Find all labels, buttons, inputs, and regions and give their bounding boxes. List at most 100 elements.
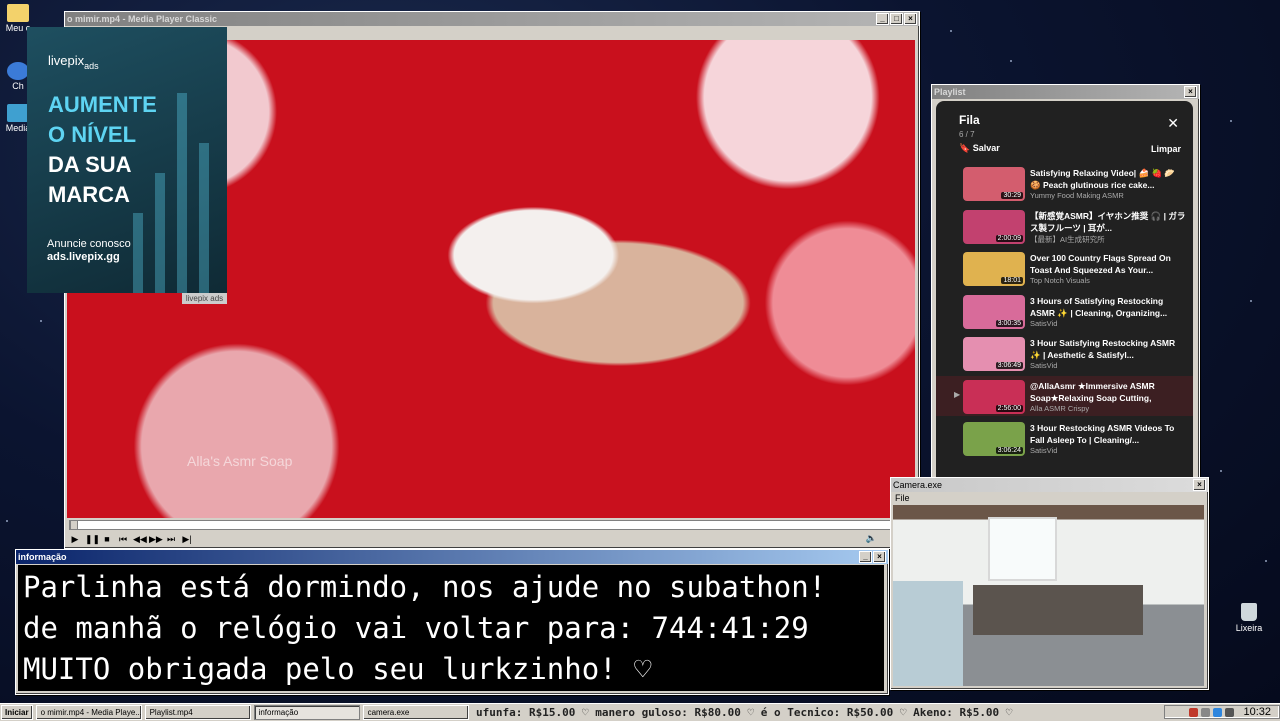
playback-controls: ▶ ❚❚ ■ ⏮ ◀◀ ▶▶ ⏭ ▶| (69, 532, 193, 546)
system-tray: 10:32 (1164, 705, 1280, 719)
info-window: informação _ × Parlinha está dormindo, n… (15, 549, 889, 695)
video-thumbnail[interactable]: 30:29 (963, 167, 1025, 201)
now-playing-icon: ▶ (954, 389, 961, 399)
camera-window-title: Camera.exe (893, 480, 943, 490)
camera-feed (893, 505, 1204, 686)
close-button[interactable]: × (1184, 86, 1197, 98)
recycle-bin-label: Lixeira (1235, 623, 1263, 633)
camera-window: Camera.exe × File (890, 477, 1209, 690)
ad-tag: livepix ads (182, 293, 227, 304)
browser-icon (7, 62, 29, 80)
volume-icon[interactable]: 🔈 (866, 533, 877, 544)
video-duration: 3:06:24 (995, 447, 1023, 454)
maximize-button[interactable]: □ (890, 13, 903, 25)
minimize-button[interactable]: _ (859, 551, 872, 563)
pause-icon[interactable]: ❚❚ (85, 534, 100, 545)
video-channel: SatisVid (1030, 361, 1058, 370)
recycle-bin[interactable]: Lixeira (1232, 603, 1266, 633)
tray-network-icon[interactable] (1201, 707, 1211, 717)
video-title[interactable]: 【新感覚ASMR】イヤホン推奨 🎧 | ガラス製フルーツ | 耳が... (1030, 210, 1186, 234)
next-icon[interactable]: ⏭ (165, 534, 177, 545)
save-button[interactable]: 🔖 Salvar (959, 143, 1000, 154)
task-info[interactable]: informação (253, 705, 360, 720)
video-watermark: Alla's Asmr Soap (187, 453, 293, 469)
tray-app-icon[interactable] (1189, 707, 1199, 717)
previous-icon[interactable]: ⏮ (117, 534, 129, 545)
ad-cta-link[interactable]: ads.livepix.gg (47, 251, 120, 263)
play-icon[interactable]: ▶ (69, 534, 81, 545)
queue-item[interactable]: 3:00:35 3 Hours of Satisfying Restocking … (936, 291, 1193, 331)
task-media-player[interactable]: o mimir.mp4 - Media Playe... (35, 705, 142, 720)
info-titlebar[interactable]: informação _ × (16, 550, 888, 564)
queue-item[interactable]: 30:29 Satisfying Relaxing Video| 🍰 🍓 🥟 🍪 … (936, 163, 1193, 203)
livepix-ad[interactable]: livepixads AUMENTE O NÍVEL DA SUA MARCA … (27, 27, 227, 293)
frame-step-icon[interactable]: ▶| (181, 534, 193, 545)
donation-ticker: ufunfa: R$15.00 ♡ manero guloso: R$80.00… (476, 706, 1013, 719)
queue-item[interactable]: 2:00:09 【新感覚ASMR】イヤホン推奨 🎧 | ガラス製フルーツ | 耳が… (936, 206, 1193, 246)
taskbar: Iniciar o mimir.mp4 - Media Playe... Pla… (0, 703, 1280, 721)
info-line-2: de manhã o relógio vai voltar para: 744:… (23, 611, 809, 645)
info-window-title: informação (18, 552, 67, 562)
video-duration: 18:01 (1001, 277, 1023, 284)
queue-item[interactable]: 3:06:24 3 Hour Restocking ASMR Videos To … (936, 418, 1193, 458)
task-playlist[interactable]: Playlist.mp4 (144, 705, 251, 720)
queue-item[interactable]: 18:01 Over 100 Country Flags Spread On To… (936, 248, 1193, 288)
video-thumbnail[interactable]: 3:06:24 (963, 422, 1025, 456)
minimize-button[interactable]: _ (876, 13, 889, 25)
video-title[interactable]: 3 Hours of Satisfying Restocking ASMR ✨ … (1030, 295, 1186, 319)
recycle-bin-icon (1241, 603, 1257, 621)
video-duration: 3:00:35 (995, 319, 1023, 327)
video-channel: Yummy Food Making ASMR (1030, 191, 1124, 200)
video-channel: SatisVid (1030, 318, 1058, 328)
video-title[interactable]: Satisfying Relaxing Video| 🍰 🍓 🥟 🍪 Peach… (1030, 167, 1186, 191)
info-line-3: MUITO obrigada pelo seu lurkzinho! ♡ (23, 652, 652, 686)
queue-item[interactable]: ▶ 2:56:00 @AllaAsmr ★Immersive ASMR Soap★R… (936, 375, 1193, 416)
video-title[interactable]: Over 100 Country Flags Spread On Toast A… (1030, 252, 1186, 276)
close-button[interactable]: × (1193, 479, 1206, 491)
close-button[interactable]: × (904, 13, 917, 25)
video-duration: 3:06:49 (995, 362, 1023, 369)
close-button[interactable]: × (873, 551, 886, 563)
playlist-window: Playlist × Fila 6 / 7 ✕ 🔖 Salvar Limpar … (931, 84, 1200, 482)
video-thumbnail[interactable]: 18:01 (963, 252, 1025, 286)
ad-headline: AUMENTE O NÍVEL DA SUA MARCA (48, 92, 157, 207)
media-icon (7, 104, 29, 122)
ad-logo: livepixads (48, 53, 99, 71)
video-thumbnail[interactable]: 3:06:49 (963, 337, 1025, 371)
clock: 10:32 (1243, 706, 1271, 718)
task-camera[interactable]: camera.exe (362, 705, 469, 720)
rewind-icon[interactable]: ◀◀ (133, 534, 147, 545)
tray-shield-icon[interactable] (1213, 707, 1223, 717)
camera-menu-file[interactable]: File (891, 492, 1208, 505)
video-title[interactable]: 3 Hour Satisfying Restocking ASMR ✨ | Ae… (1030, 337, 1186, 361)
queue-header: Fila (959, 113, 980, 127)
queue-item[interactable]: 3:06:49 3 Hour Satisfying Restocking ASMR… (936, 333, 1193, 373)
video-thumbnail[interactable]: 3:00:35 (963, 294, 1025, 329)
video-channel: SatisVid (1030, 446, 1058, 455)
video-duration: 2:56:00 (995, 404, 1023, 412)
video-thumbnail[interactable]: 2:00:09 (963, 209, 1025, 244)
stop-icon[interactable]: ■ (101, 534, 113, 544)
desktop-icon-label: Ch (12, 81, 24, 91)
video-channel: Top Notch Visuals (1030, 276, 1090, 285)
seek-bar[interactable] (69, 520, 917, 530)
clear-button[interactable]: Limpar (1151, 144, 1181, 154)
close-icon[interactable]: ✕ (1167, 115, 1179, 132)
video-title[interactable]: @AllaAsmr ★Immersive ASMR Soap★Relaxing … (1030, 380, 1186, 404)
playlist-titlebar[interactable]: Playlist × (932, 85, 1199, 99)
seek-knob[interactable] (70, 520, 78, 530)
playlist-window-title: Playlist (934, 87, 966, 97)
ad-cta-text: Anuncie conosco (47, 238, 131, 250)
media-player-title: o mimir.mp4 - Media Player Classic (67, 14, 218, 24)
camera-titlebar[interactable]: Camera.exe × (891, 478, 1208, 492)
tray-volume-icon[interactable] (1225, 707, 1235, 717)
forward-icon[interactable]: ▶▶ (149, 534, 163, 545)
video-channel: Alla ASMR Crispy (1030, 403, 1090, 413)
queue-panel: Fila 6 / 7 ✕ 🔖 Salvar Limpar 30:29 Satisf… (936, 101, 1193, 479)
media-player-titlebar[interactable]: o mimir.mp4 - Media Player Classic _ □ × (65, 12, 919, 26)
start-button[interactable]: Iniciar (1, 705, 33, 720)
video-thumbnail[interactable]: 2:56:00 (963, 379, 1025, 414)
info-line-1: Parlinha está dormindo, nos ajude no sub… (23, 570, 827, 604)
video-title[interactable]: 3 Hour Restocking ASMR Videos To Fall As… (1030, 422, 1186, 446)
bookmark-icon: 🔖 (959, 143, 971, 153)
